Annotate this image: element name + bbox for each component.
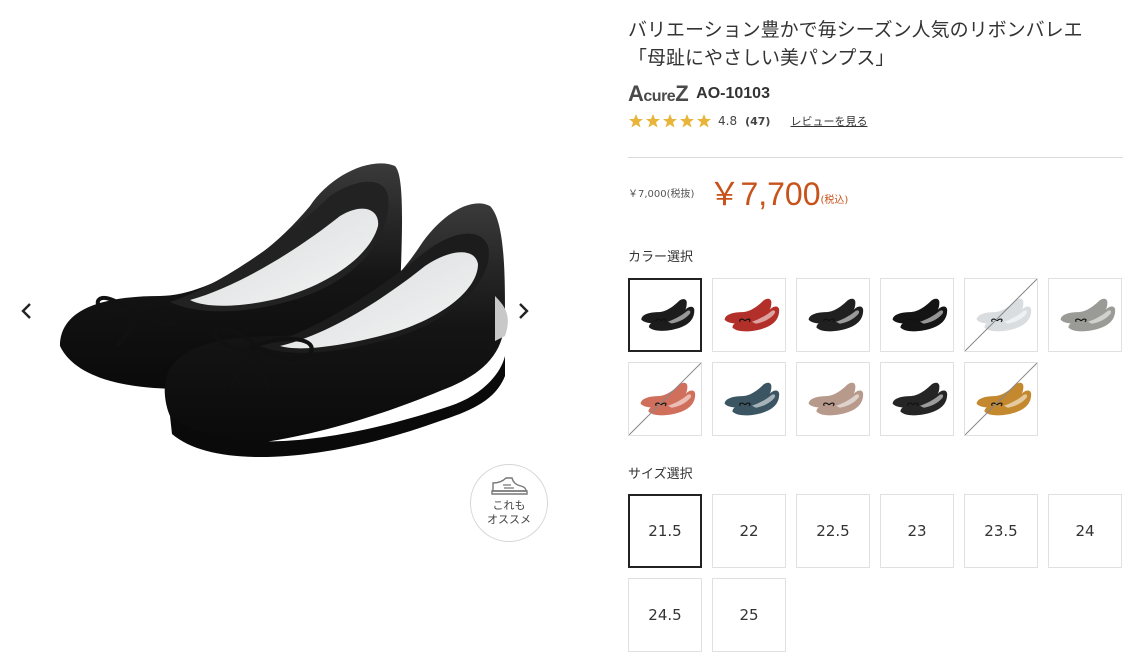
size-button[interactable]: 23 <box>880 494 954 568</box>
color-swatch[interactable] <box>796 278 870 352</box>
brand-logo-middle: cure <box>643 88 676 105</box>
shoe-thumbnail-icon <box>724 298 780 332</box>
sold-out-slash-icon <box>965 279 1037 351</box>
product-title-line2: 「母趾にやさしい美パンプス」 <box>628 47 895 69</box>
star-icon <box>680 114 694 128</box>
star-icon <box>629 114 643 128</box>
brand-logo-initial: A <box>628 81 644 106</box>
recommend-line1: これも <box>492 499 526 512</box>
size-button[interactable]: 24.5 <box>628 578 702 652</box>
shoe-thumbnail-icon <box>808 382 864 416</box>
color-swatch[interactable] <box>796 362 870 436</box>
size-button[interactable]: 24 <box>1048 494 1122 568</box>
shoe-thumbnail-icon <box>892 298 948 332</box>
recommend-badge-text: これも オススメ <box>487 499 531 527</box>
gallery-next-button[interactable] <box>508 296 538 326</box>
size-button[interactable]: 25 <box>712 578 786 652</box>
chevron-right-icon <box>519 303 529 319</box>
price-tax-excluded: ￥7,000(税抜) <box>628 189 695 200</box>
star-icon <box>663 114 677 128</box>
review-count: (47) <box>745 114 771 128</box>
gallery-prev-button[interactable] <box>12 296 42 326</box>
color-swatch[interactable] <box>628 362 702 436</box>
color-swatch[interactable] <box>880 278 954 352</box>
color-swatch[interactable] <box>964 278 1038 352</box>
color-swatch[interactable] <box>712 362 786 436</box>
color-swatch[interactable] <box>712 278 786 352</box>
product-title: バリエーション豊かで毎シーズン人気のリボンバレエ 「母趾にやさしい美パンプス」 <box>628 16 1128 72</box>
price-tax-included: ￥7,700 <box>708 176 821 212</box>
rating-score: 4.8 <box>718 114 738 128</box>
size-button[interactable]: 21.5 <box>628 494 702 568</box>
color-swatch[interactable] <box>964 362 1038 436</box>
price-row: ￥7,000(税抜) ￥7,700 (税込) <box>628 172 848 212</box>
size-button[interactable]: 23.5 <box>964 494 1038 568</box>
size-button[interactable]: 22.5 <box>796 494 870 568</box>
recommend-badge-button[interactable]: これも オススメ <box>470 464 548 542</box>
shoe-thumbnail-icon <box>808 298 864 332</box>
rating-row: 4.8 (47) レビューを見る <box>628 112 867 130</box>
product-gallery: これも オススメ <box>0 0 548 671</box>
price-tax-note: (税込) <box>820 195 849 206</box>
shoe-thumbnail-icon <box>892 382 948 416</box>
color-swatch[interactable] <box>880 362 954 436</box>
recommend-line2: オススメ <box>487 513 531 526</box>
size-select-label: サイズ選択 <box>628 467 693 482</box>
brand-logo: Acure Z <box>628 81 689 107</box>
model-number: AO-10103 <box>696 85 770 102</box>
chevron-left-icon <box>21 303 31 319</box>
view-reviews-link[interactable]: レビューを見る <box>790 113 867 129</box>
color-swatch[interactable] <box>1048 278 1122 352</box>
sold-out-slash-icon <box>629 363 701 435</box>
color-select-label: カラー選択 <box>628 250 694 265</box>
main-product-image <box>0 16 548 564</box>
shoe-thumbnail-icon <box>641 299 695 331</box>
sneaker-icon <box>491 477 528 495</box>
shoe-pair-illustration <box>60 163 508 458</box>
color-swatch[interactable] <box>628 278 702 352</box>
rating-stars <box>628 113 712 129</box>
brand-logo-end: Z <box>675 81 689 106</box>
shoe-thumbnail-icon <box>1060 298 1116 332</box>
divider <box>628 157 1123 158</box>
brand-row: Acure Z AO-10103 <box>628 81 770 107</box>
star-icon <box>646 114 660 128</box>
shoe-thumbnail-icon <box>724 382 780 416</box>
product-title-line1: バリエーション豊かで毎シーズン人気のリボンバレエ <box>628 19 1083 41</box>
sold-out-slash-icon <box>965 363 1037 435</box>
star-icon <box>697 114 711 128</box>
size-button[interactable]: 22 <box>712 494 786 568</box>
